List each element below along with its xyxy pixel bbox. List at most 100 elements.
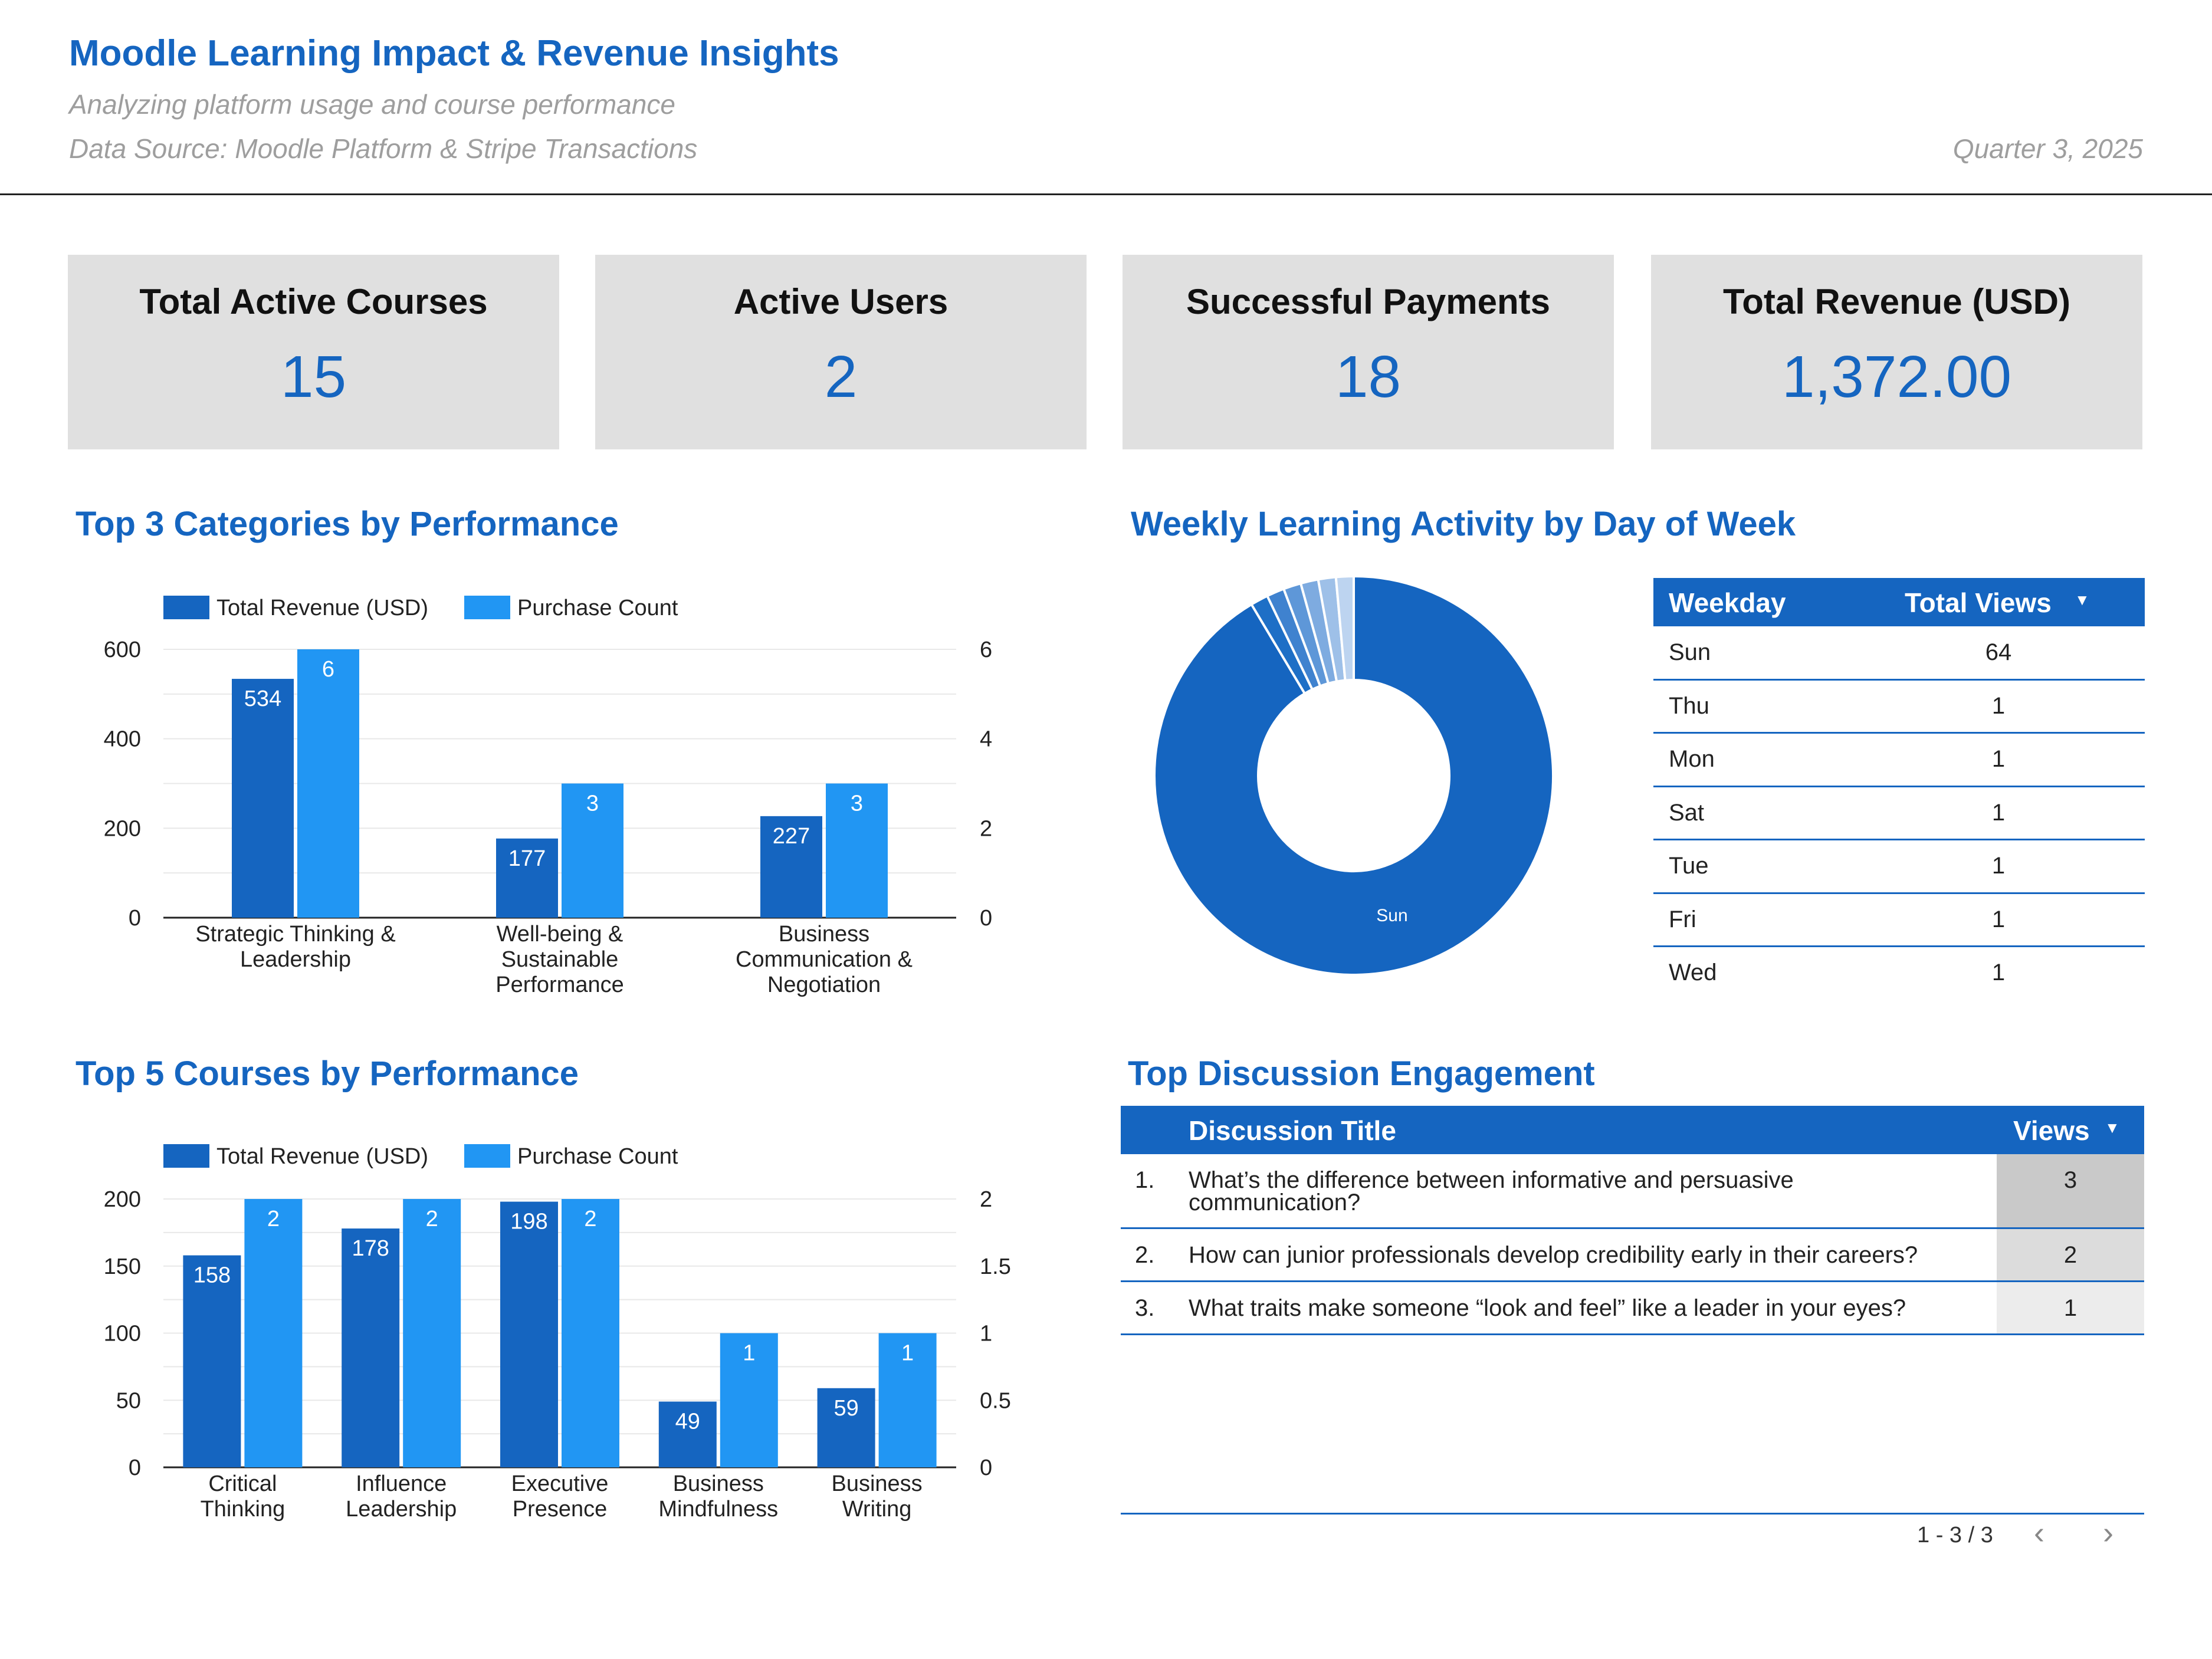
kpi-card-total-revenue: Total Revenue (USD) 1,372.00 — [1651, 255, 2142, 449]
section-title-weekly-activity: Weekly Learning Activity by Day of Week — [1131, 505, 1796, 543]
header-divider — [0, 193, 2212, 195]
weekday-cell: Thu — [1669, 692, 1709, 719]
x-category-label: Sustainable — [501, 947, 619, 972]
data-label-purchase-count: 1 — [901, 1341, 914, 1366]
discussion-title-cell: What traits make someone “look and feel”… — [1189, 1295, 1906, 1321]
y-left-tick-label: 600 — [104, 638, 141, 662]
legend-swatch-revenue — [163, 596, 209, 619]
total-views-cell: 1 — [1991, 906, 2006, 932]
bar-purchase-count — [297, 649, 359, 918]
data-label-revenue: 59 — [833, 1396, 858, 1421]
weekday-table-header: Weekday Total Views ▼ — [1653, 578, 2145, 626]
sort-desc-icon[interactable]: ▼ — [2105, 1119, 2120, 1137]
weekday-cell: Sun — [1669, 639, 1711, 665]
data-label-revenue: 158 — [193, 1263, 231, 1288]
total-views-cell: 1 — [1991, 692, 2006, 719]
legend-swatch-revenue — [163, 1144, 209, 1168]
y-right-tick-label: 4 — [980, 727, 992, 752]
sort-desc-icon[interactable]: ▼ — [2075, 591, 2090, 609]
weekday-cell: Wed — [1669, 960, 1717, 985]
top-categories-chart: Total Revenue (USD) Purchase Count 0 200 400… — [104, 596, 992, 997]
x-category-label: Communication & — [736, 947, 913, 972]
weekday-column-header[interactable]: Weekday — [1669, 587, 1786, 619]
bar-revenue — [500, 1201, 558, 1467]
data-label-purchase-count: 2 — [584, 1207, 596, 1231]
data-label-purchase-count: 1 — [743, 1341, 755, 1366]
x-category-label: Writing — [842, 1497, 912, 1522]
data-label-revenue: 198 — [510, 1210, 547, 1234]
data-label-revenue: 227 — [773, 824, 810, 849]
row-index: 1. — [1135, 1167, 1155, 1193]
kpi-label: Total Revenue (USD) — [1723, 282, 2070, 321]
x-category-label: Leadership — [346, 1497, 457, 1522]
kpi-value: 2 — [824, 344, 858, 410]
kpi-label: Total Active Courses — [139, 282, 488, 321]
y-right-tick-label: 0 — [980, 906, 992, 931]
data-label-purchase-count: 2 — [267, 1207, 280, 1231]
y-right-tick-label: 2 — [980, 816, 992, 841]
discussion-row[interactable]: 1. What’s the difference between informat… — [1121, 1154, 2144, 1229]
chevron-right-icon[interactable]: › — [2103, 1515, 2113, 1551]
x-category-label: Negotiation — [767, 973, 881, 997]
discussion-title-column-header[interactable]: Discussion Title — [1189, 1115, 1396, 1146]
y-right-tick-label: 1 — [980, 1322, 992, 1346]
bar-purchase-count — [244, 1199, 303, 1467]
section-title-discussion: Top Discussion Engagement — [1128, 1054, 1595, 1093]
discussion-row[interactable]: 3. What traits make someone “look and fee… — [1121, 1282, 2144, 1335]
y-left-tick-label: 150 — [104, 1254, 141, 1279]
kpi-value: 18 — [1335, 344, 1402, 410]
kpi-label: Successful Payments — [1186, 282, 1550, 321]
x-category-label: Business — [831, 1471, 922, 1496]
y-left-tick-label: 50 — [116, 1388, 141, 1413]
x-category-label: Business — [779, 922, 869, 947]
data-label-revenue: 534 — [244, 686, 281, 711]
kpi-card-successful-payments: Successful Payments 18 — [1123, 255, 1614, 449]
row-divider — [1653, 892, 2145, 894]
page-subtitle: Analyzing platform usage and course perf… — [69, 89, 675, 120]
views-cell: 2 — [2063, 1242, 2078, 1268]
data-label-purchase-count: 3 — [851, 791, 863, 816]
top-courses-chart: Total Revenue (USD) Purchase Count 0 50 100 1… — [104, 1144, 1011, 1522]
row-divider — [1653, 945, 2145, 947]
y-left-tick-label: 0 — [129, 906, 141, 931]
x-category-label: Well-being & — [497, 922, 623, 947]
kpi-label: Active Users — [733, 282, 949, 321]
x-category-label: Business — [673, 1471, 764, 1496]
total-views-column-header[interactable]: Total Views — [1905, 587, 2052, 619]
legend-label-revenue: Total Revenue (USD) — [216, 596, 428, 620]
y-right-tick-label: 1.5 — [980, 1254, 1011, 1279]
legend-swatch-purchase-count — [464, 596, 510, 619]
y-right-tick-label: 6 — [980, 638, 992, 662]
row-divider — [1653, 732, 2145, 734]
total-views-cell: 1 — [1991, 853, 2006, 879]
discussion-table-bottom-rule — [1121, 1513, 2144, 1515]
views-column-header[interactable]: Views — [2013, 1115, 2090, 1146]
kpi-value: 1,372.00 — [1781, 344, 2012, 410]
chevron-left-icon[interactable]: ‹ — [2034, 1515, 2044, 1551]
row-index: 3. — [1135, 1295, 1155, 1321]
y-left-tick-label: 200 — [104, 1187, 141, 1212]
data-label-purchase-count: 3 — [586, 791, 599, 816]
y-right-tick-label: 2 — [980, 1187, 992, 1212]
discussion-title-cell: communication? — [1189, 1190, 1361, 1215]
bar-revenue — [232, 679, 294, 918]
row-divider — [1653, 839, 2145, 840]
y-right-tick-label: 0.5 — [980, 1388, 1011, 1413]
kpi-value: 15 — [280, 344, 347, 410]
total-views-cell: 64 — [1985, 639, 2012, 665]
total-views-cell: 1 — [1991, 746, 2006, 772]
y-left-tick-label: 100 — [104, 1322, 141, 1346]
discussion-title-cell: How can junior professionals develop cre… — [1189, 1242, 1918, 1268]
section-title-top-courses: Top 5 Courses by Performance — [76, 1054, 579, 1093]
discussion-row[interactable]: 2. How can junior professionals develop c… — [1121, 1229, 2144, 1282]
pagination-label: 1 - 3 / 3 — [1917, 1523, 1993, 1548]
section-title-top-categories: Top 3 Categories by Performance — [76, 505, 619, 543]
y-left-tick-label: 400 — [104, 727, 141, 752]
donut-slice-label: Sun — [1376, 906, 1407, 925]
x-category-label: Critical — [208, 1471, 277, 1496]
x-category-label: Influence — [356, 1471, 447, 1496]
x-category-label: Executive — [511, 1471, 609, 1496]
data-label-purchase-count: 2 — [426, 1207, 438, 1231]
legend-label-revenue: Total Revenue (USD) — [216, 1144, 428, 1169]
x-category-label: Strategic Thinking & — [195, 922, 395, 947]
